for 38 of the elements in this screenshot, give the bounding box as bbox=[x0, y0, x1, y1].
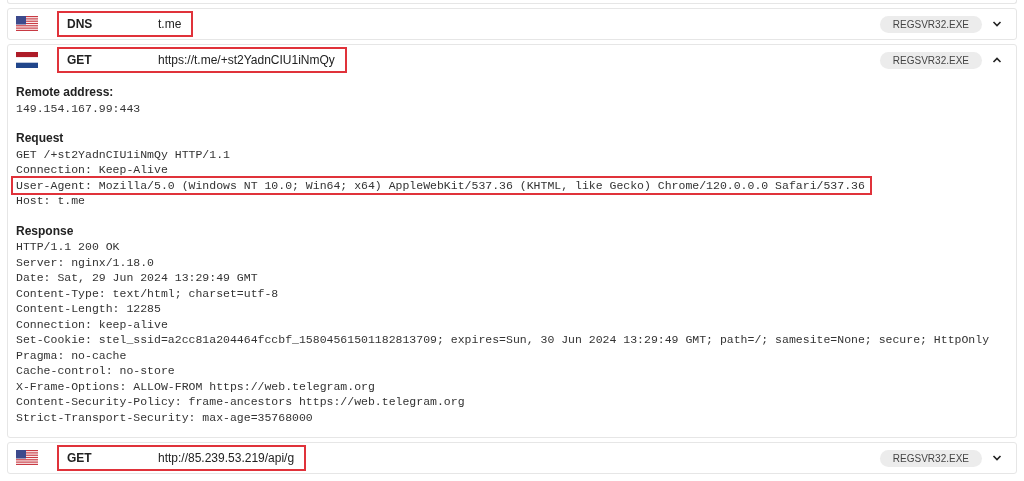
header-line: HTTP/1.1 200 OK bbox=[15, 239, 121, 255]
flag-icon bbox=[16, 16, 38, 32]
process-badge: REGSVR32.EXE bbox=[879, 15, 982, 33]
header-line: Content-Security-Policy: frame-ancestors https://web.telegram.org bbox=[15, 394, 466, 410]
header-line: Set-Cookie: stel_ssid=a2cc81a204464fccbf_15804561501182813709; expires=Sun, 30 Jun 2024 13:29:49 GMT; path=/; samesite=None; secure; HttpOnly bbox=[15, 332, 991, 348]
request-url: https://t.me/+st2YadnCIU1iNmQy bbox=[158, 53, 335, 67]
section-title: Request bbox=[16, 131, 65, 147]
chevron-icon bbox=[992, 455, 1002, 461]
request-method: GET bbox=[67, 451, 93, 465]
process-badge: REGSVR32.EXE bbox=[879, 51, 982, 69]
expand-toggle[interactable] bbox=[990, 55, 1004, 65]
header-line: Connection: keep-alive bbox=[15, 316, 169, 332]
header-line: Date: Sat, 29 Jun 2024 13:29:49 GMT bbox=[15, 270, 259, 286]
header-line: User-Agent: Mozilla/5.0 (Windows NT 10.0; Win64; x64) AppleWebKit/537.36 (KHTML, like Gecko) Chrome/120.0.0.0 Safari/537.36 bbox=[13, 177, 870, 193]
header-line: Server: nginx/1.18.0 bbox=[15, 254, 156, 270]
header-line: Strict-Transport-Security: max-age=35768000 bbox=[15, 409, 314, 425]
request-url: t.me bbox=[158, 17, 182, 31]
section-title: Response bbox=[16, 223, 75, 239]
header-line: X-Frame-Options: ALLOW-FROM https://web.telegram.org bbox=[15, 378, 376, 394]
process-badge: REGSVR32.EXE bbox=[879, 449, 982, 467]
header-line: Pragma: no-cache bbox=[15, 347, 128, 363]
header-line: GET /+st2YadnCIU1iNmQy HTTP/1.1 bbox=[15, 146, 231, 162]
flag-icon bbox=[16, 52, 38, 68]
header-line: Host: t.me bbox=[15, 193, 86, 209]
header-line: Content-Length: 12285 bbox=[15, 301, 162, 317]
header-line: 149.154.167.99:443 bbox=[15, 100, 142, 116]
header-line: Cache-control: no-store bbox=[15, 363, 176, 379]
expand-toggle[interactable] bbox=[990, 19, 1004, 29]
section-title: Remote address: bbox=[16, 85, 115, 101]
chevron-icon bbox=[992, 57, 1002, 63]
request-url: http://85.239.53.219/api/g bbox=[158, 451, 295, 465]
request-method: DNS bbox=[67, 17, 94, 31]
request-method: GET bbox=[67, 53, 93, 67]
header-line: Content-Type: text/html; charset=utf-8 bbox=[15, 285, 280, 301]
expand-toggle[interactable] bbox=[990, 453, 1004, 463]
header-line: Connection: Keep-Alive bbox=[15, 162, 169, 178]
flag-icon bbox=[16, 450, 38, 466]
chevron-icon bbox=[992, 21, 1002, 27]
